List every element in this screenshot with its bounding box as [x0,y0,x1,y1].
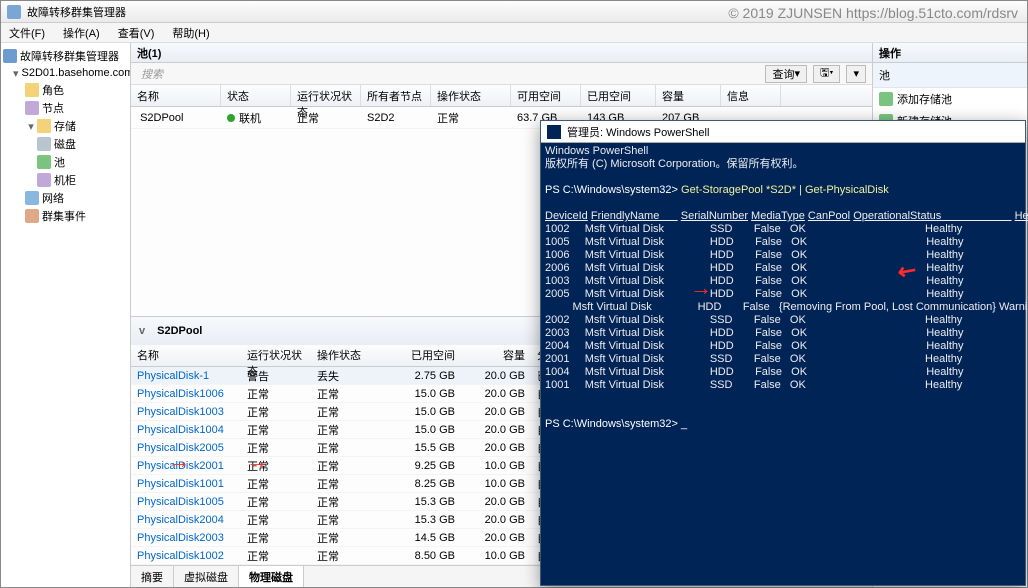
menu-help[interactable]: 帮助(H) [168,25,213,41]
actions-section: 池 [873,63,1027,88]
menu-file[interactable]: 文件(F) [5,25,49,41]
tree-storage[interactable]: ▾存储 [3,117,128,135]
powershell-window[interactable]: 管理员: Windows PowerShell Windows PowerShe… [540,120,1026,586]
action-add-pool[interactable]: 添加存储池 [873,88,1027,110]
app-icon [7,5,21,19]
clear-search-button[interactable]: ▾ [846,65,866,83]
search-input[interactable]: 搜索 [137,66,759,82]
powershell-icon [547,125,561,139]
save-search-button[interactable]: 🖫▾ [813,65,840,83]
pools-header: 池(1) [131,43,872,63]
tab-summary[interactable]: 摘要 [131,566,174,587]
query-button[interactable]: 查询▾ [765,65,807,83]
menu-action[interactable]: 操作(A) [59,25,104,41]
tree-pools[interactable]: 池 [3,153,128,171]
powershell-output: Windows PowerShell 版权所有 (C) Microsoft Co… [541,143,1025,433]
tree-roles[interactable]: 角色 [3,81,128,99]
window-title: 故障转移群集管理器 [27,4,126,20]
menu-view[interactable]: 查看(V) [114,25,159,41]
pool-columns: 名称状态运行状况状态所有者节点操作状态可用空间已用空间容量信息 [131,85,872,107]
tree-root[interactable]: 故障转移群集管理器 [3,47,128,65]
tab-vdisk[interactable]: 虚拟磁盘 [174,566,239,587]
tree-events[interactable]: 群集事件 [3,207,128,225]
tree-disks[interactable]: 磁盘 [3,135,128,153]
tree-cluster[interactable]: ▾S2D01.basehome.com.cn [3,65,128,81]
tab-pdisk[interactable]: 物理磁盘 [239,566,304,587]
actions-header: 操作 [873,43,1027,63]
tree-panel: 故障转移群集管理器 ▾S2D01.basehome.com.cn 角色 节点 ▾… [1,43,131,587]
tree-enclosure[interactable]: 机柜 [3,171,128,189]
watermark: © 2019 ZJUNSEN https://blog.51cto.com/rd… [728,5,1018,21]
tree-network[interactable]: 网络 [3,189,128,207]
tree-nodes[interactable]: 节点 [3,99,128,117]
